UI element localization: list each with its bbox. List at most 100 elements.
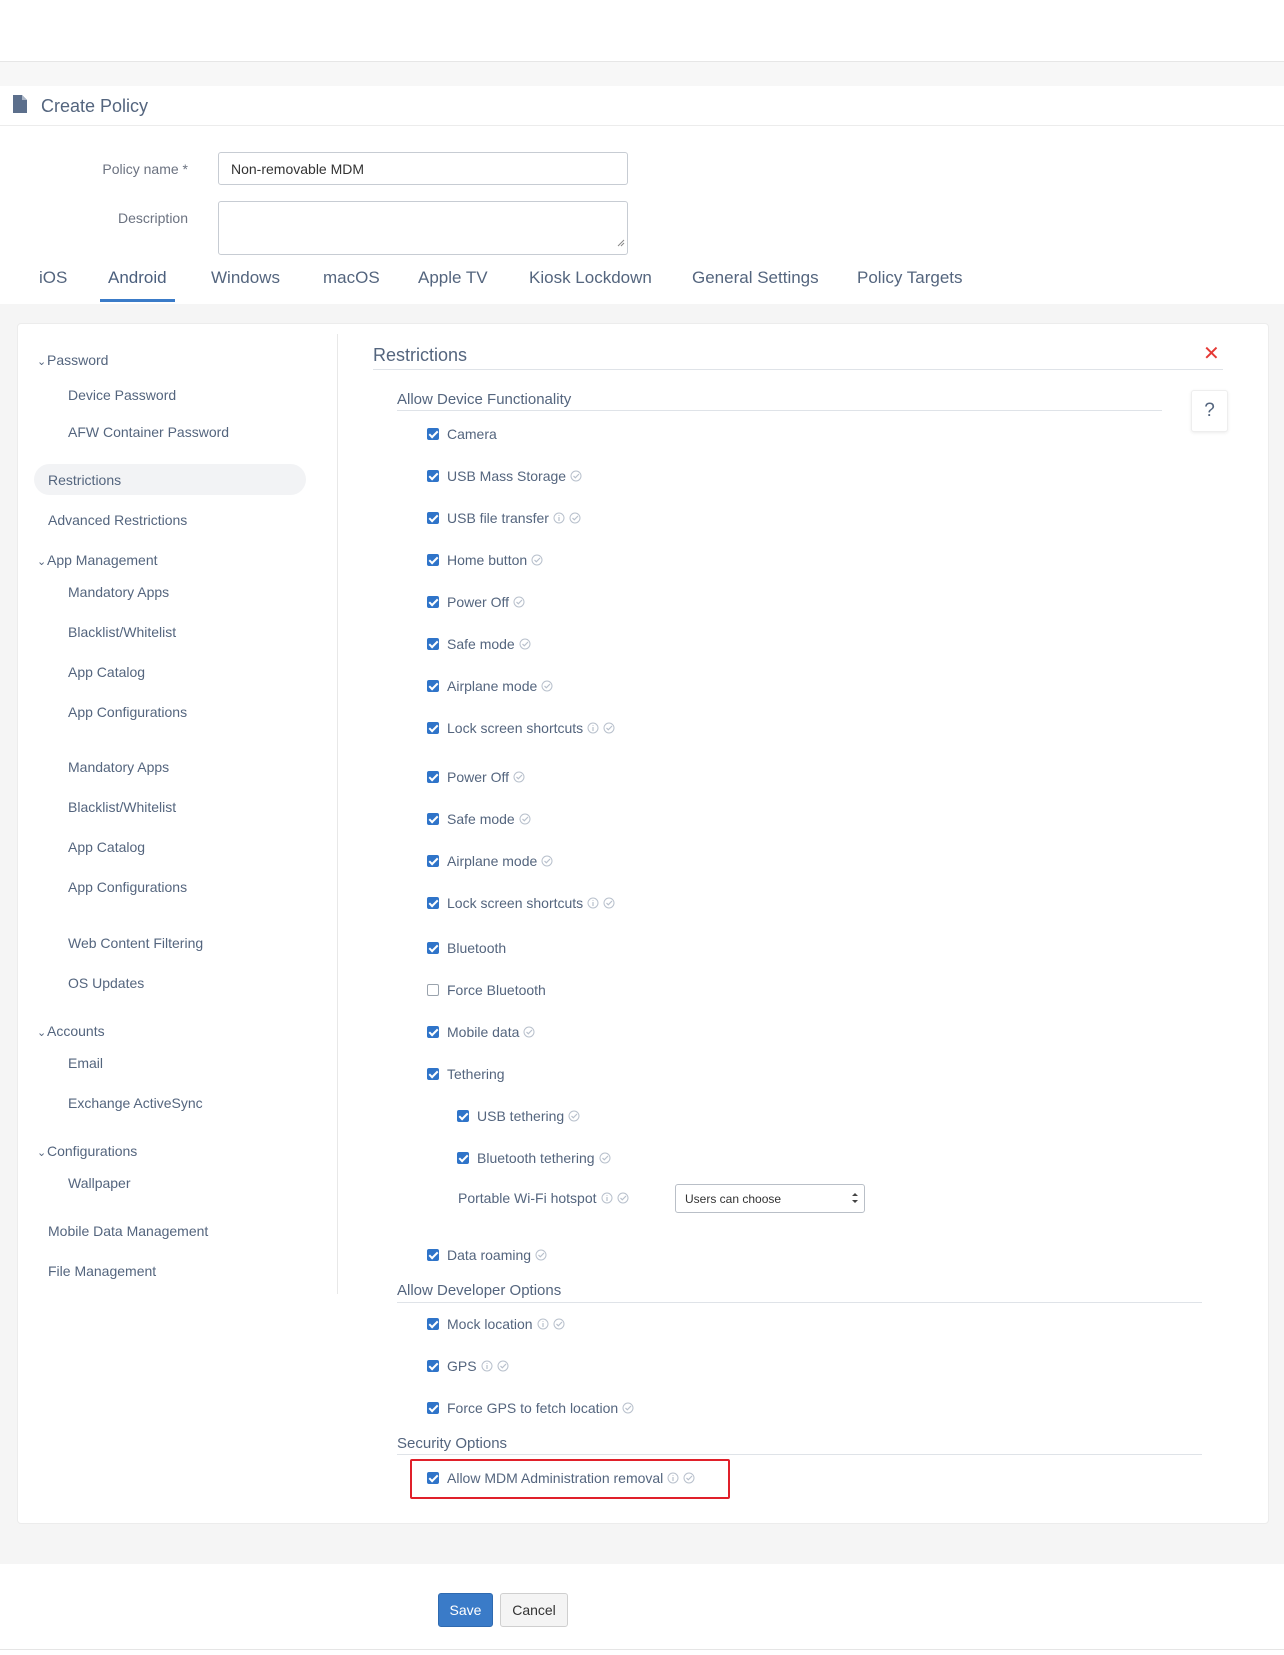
sidebar-item-blacklist-whitelist[interactable]: Blacklist/Whitelist — [68, 799, 176, 815]
supported-check-icon — [603, 897, 615, 909]
sidebar-item-device-password[interactable]: Device Password — [68, 387, 176, 403]
supported-check-icon — [513, 771, 525, 783]
mock-location-checkbox[interactable] — [427, 1318, 439, 1330]
supported-check-icon — [519, 638, 531, 650]
airplane-mode-checkbox[interactable] — [427, 680, 439, 692]
sidebar-item-blacklist-whitelist[interactable]: Blacklist/Whitelist — [68, 624, 176, 640]
cancel-button[interactable]: Cancel — [500, 1593, 568, 1627]
info-icon[interactable] — [537, 1318, 549, 1330]
usb-file-transfer-checkbox[interactable] — [427, 512, 439, 524]
option-power-off: Power Off — [427, 769, 525, 785]
policy-name-label: Policy name * — [102, 161, 188, 177]
resize-grip-icon[interactable] — [617, 234, 625, 252]
sidebar-item-mandatory-apps[interactable]: Mandatory Apps — [68, 584, 169, 600]
supported-check-icon — [541, 680, 553, 692]
tab-kiosk-lockdown[interactable]: Kiosk Lockdown — [529, 268, 652, 288]
sidebar-item-file-management[interactable]: File Management — [48, 1263, 156, 1279]
footer-bar — [0, 1564, 1284, 1650]
safe-mode-checkbox[interactable] — [427, 813, 439, 825]
option-safe-mode: Safe mode — [427, 811, 531, 827]
safe-mode-checkbox[interactable] — [427, 638, 439, 650]
platform-tabs: iOS Android Windows macOS Apple TV Kiosk… — [0, 268, 1284, 304]
close-icon[interactable]: ✕ — [1203, 344, 1220, 364]
sidebar-item-app-catalog[interactable]: App Catalog — [68, 839, 145, 855]
description-textarea[interactable] — [218, 201, 628, 255]
power-off-checkbox[interactable] — [427, 771, 439, 783]
sidebar-item-restrictions[interactable]: Restrictions — [48, 472, 121, 488]
sidebar-item-app-configurations[interactable]: App Configurations — [68, 879, 187, 895]
tab-android[interactable]: Android — [108, 268, 167, 288]
supported-check-icon — [603, 722, 615, 734]
home-button-checkbox[interactable] — [427, 554, 439, 566]
sidebar-group-accounts[interactable]: ⌄Accounts — [37, 1023, 105, 1039]
info-icon[interactable] — [587, 897, 599, 909]
tab-windows[interactable]: Windows — [211, 268, 280, 288]
supported-check-icon — [541, 855, 553, 867]
sidebar-group-app-management[interactable]: ⌄App Management — [37, 552, 158, 568]
help-button[interactable]: ? — [1191, 390, 1228, 432]
option-safe-mode: Safe mode — [427, 636, 531, 652]
data-roaming-checkbox[interactable] — [427, 1249, 439, 1261]
info-icon[interactable] — [587, 722, 599, 734]
hotspot-select[interactable]: Users can choose — [675, 1184, 865, 1213]
sidebar-item-os-updates[interactable]: OS Updates — [68, 975, 144, 991]
power-off-checkbox[interactable] — [427, 596, 439, 608]
option-force-bluetooth: Force Bluetooth — [427, 982, 546, 998]
airplane-mode-checkbox[interactable] — [427, 855, 439, 867]
info-icon[interactable] — [667, 1472, 679, 1484]
sidebar-item-afw-container-password[interactable]: AFW Container Password — [68, 424, 229, 440]
page-title: Create Policy — [41, 96, 149, 116]
option-bluetooth-tethering: Bluetooth tethering — [457, 1150, 611, 1166]
sidebar-item-mandatory-apps[interactable]: Mandatory Apps — [68, 759, 169, 775]
lock-screen-shortcuts-checkbox[interactable] — [427, 897, 439, 909]
lock-screen-shortcuts-checkbox[interactable] — [427, 722, 439, 734]
supported-check-icon — [599, 1152, 611, 1164]
option-mobile-data: Mobile data — [427, 1024, 535, 1040]
sidebar-item-email[interactable]: Email — [68, 1055, 103, 1071]
info-icon[interactable] — [481, 1360, 493, 1372]
gps-checkbox[interactable] — [427, 1360, 439, 1372]
supported-check-icon — [497, 1360, 509, 1372]
info-icon[interactable] — [553, 512, 565, 524]
section-title: Restrictions — [373, 345, 468, 365]
tab-policy-targets[interactable]: Policy Targets — [857, 268, 963, 288]
sidebar-item-app-catalog[interactable]: App Catalog — [68, 664, 145, 680]
policy-name-input[interactable] — [218, 152, 628, 185]
tab-general-settings[interactable]: General Settings — [692, 268, 819, 288]
group-title-developer-options: Allow Developer Options — [397, 1282, 562, 1299]
option-allow-mdm-administration-removal: Allow MDM Administration removal — [427, 1470, 695, 1486]
save-button[interactable]: Save — [438, 1593, 493, 1627]
force-gps-checkbox[interactable] — [427, 1402, 439, 1414]
sidebar-item-web-content-filtering[interactable]: Web Content Filtering — [68, 935, 203, 951]
camera-checkbox[interactable] — [427, 428, 439, 440]
sidebar-group-configurations[interactable]: ⌄Configurations — [37, 1143, 137, 1159]
chevron-down-icon: ⌄ — [37, 1147, 47, 1159]
bluetooth-tethering-checkbox[interactable] — [457, 1152, 469, 1164]
bluetooth-checkbox[interactable] — [427, 942, 439, 954]
select-arrows-icon — [851, 1191, 859, 1208]
supported-check-icon — [683, 1472, 695, 1484]
sidebar-item-wallpaper[interactable]: Wallpaper — [68, 1175, 131, 1191]
tab-macos[interactable]: macOS — [323, 268, 380, 288]
sidebar-item-mobile-data-management[interactable]: Mobile Data Management — [48, 1223, 208, 1239]
sidebar-item-advanced-restrictions[interactable]: Advanced Restrictions — [48, 512, 187, 528]
tab-ios[interactable]: iOS — [39, 268, 67, 288]
sub-header-bar — [0, 62, 1284, 86]
usb-mass-storage-checkbox[interactable] — [427, 470, 439, 482]
tethering-checkbox[interactable] — [427, 1068, 439, 1080]
option-camera: Camera — [427, 426, 497, 442]
tab-apple-tv[interactable]: Apple TV — [418, 268, 488, 288]
option-home-button: Home button — [427, 552, 543, 568]
mobile-data-checkbox[interactable] — [427, 1026, 439, 1038]
force-bluetooth-checkbox[interactable] — [427, 984, 439, 996]
option-force-gps: Force GPS to fetch location — [427, 1400, 634, 1416]
page-title-bar: Create Policy — [0, 86, 1284, 126]
sidebar-item-app-configurations[interactable]: App Configurations — [68, 704, 187, 720]
info-icon[interactable] — [601, 1192, 613, 1204]
usb-tethering-checkbox[interactable] — [457, 1110, 469, 1122]
supported-check-icon — [513, 596, 525, 608]
sidebar-group-password[interactable]: ⌄Password — [37, 352, 108, 368]
sidebar-item-exchange-activesync[interactable]: Exchange ActiveSync — [68, 1095, 203, 1111]
allow-mdm-removal-checkbox[interactable] — [427, 1472, 439, 1484]
group-divider — [397, 1302, 1202, 1303]
